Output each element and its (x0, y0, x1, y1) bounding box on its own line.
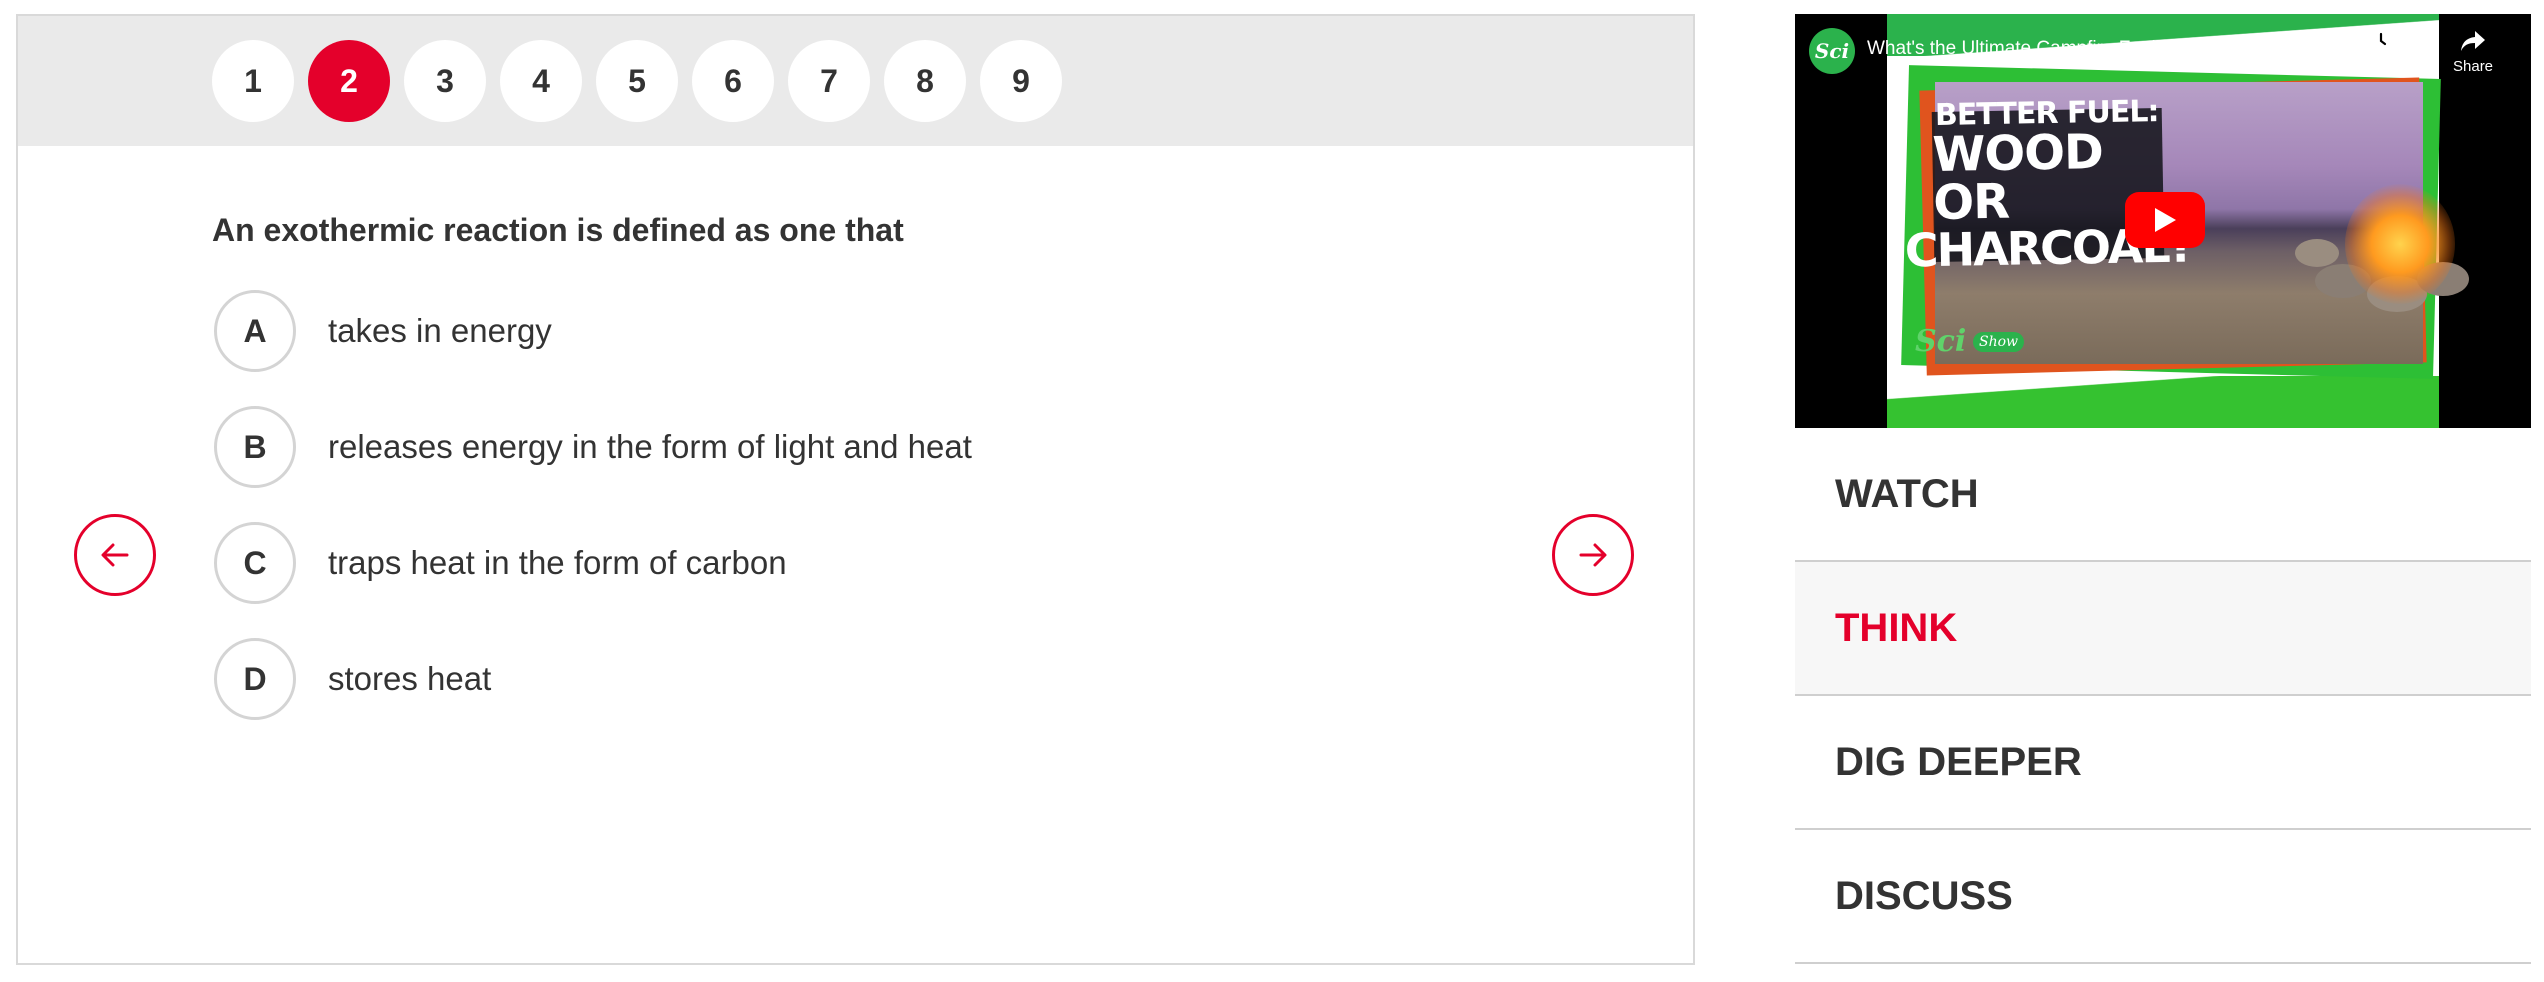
option-text-b[interactable]: releases energy in the form of light and… (328, 428, 972, 466)
answer-option-d[interactable]: D stores heat (214, 638, 491, 720)
question-number-5[interactable]: 5 (596, 40, 678, 122)
tab-dig-deeper[interactable]: DIG DEEPER (1795, 696, 2531, 830)
thumbnail-green-band-bottom (1887, 376, 2439, 428)
tab-watch[interactable]: WATCH (1795, 428, 2531, 562)
tab-think[interactable]: THINK (1795, 562, 2531, 696)
rock-shape (2295, 239, 2339, 267)
tab-think-label: THINK (1835, 605, 1958, 650)
share-label: Share (2453, 58, 2494, 75)
video-player[interactable]: BETTER FUEL: WOOD OR CHARCOAL? Sci Show … (1795, 14, 2531, 428)
answer-option-b[interactable]: B releases energy in the form of light a… (214, 406, 972, 488)
arrow-left-icon (101, 543, 129, 567)
option-letter-d[interactable]: D (214, 638, 296, 720)
video-title[interactable]: What's the Ultimate Campfire Fuel? (1867, 38, 2166, 60)
watch-later-button[interactable]: Watch later (2343, 28, 2418, 75)
question-text: An exothermic reaction is defined as one… (212, 212, 904, 248)
option-text-d[interactable]: stores heat (328, 660, 491, 698)
answer-option-a[interactable]: A takes in energy (214, 290, 552, 372)
campfire-flame (2345, 184, 2455, 304)
option-letter-c[interactable]: C (214, 522, 296, 604)
scishow-thumbnail-logo-show: Show (1973, 332, 2025, 352)
scishow-thumbnail-logo: Sci (1915, 324, 1967, 359)
question-number-8[interactable]: 8 (884, 40, 966, 122)
question-number-9[interactable]: 9 (980, 40, 1062, 122)
question-number-1[interactable]: 1 (212, 40, 294, 122)
question-number-4[interactable]: 4 (500, 40, 582, 122)
question-number-3[interactable]: 3 (404, 40, 486, 122)
share-button[interactable]: Share (2453, 28, 2493, 75)
question-navigation: 1 2 3 4 5 6 7 8 9 (18, 16, 1693, 146)
tab-discuss[interactable]: DISCUSS (1795, 830, 2531, 964)
next-question-button[interactable] (1552, 514, 1634, 596)
question-number-6[interactable]: 6 (692, 40, 774, 122)
watch-later-label: Watch later (2343, 58, 2419, 75)
tab-dig-deeper-label: DIG DEEPER (1835, 739, 2082, 784)
previous-question-button[interactable] (74, 514, 156, 596)
option-letter-a[interactable]: A (214, 290, 296, 372)
share-icon (2461, 31, 2486, 51)
option-text-a[interactable]: takes in energy (328, 312, 552, 350)
question-number-7[interactable]: 7 (788, 40, 870, 122)
youtube-play-button[interactable] (2125, 192, 2205, 248)
play-icon (2155, 208, 2176, 232)
clock-icon (2369, 30, 2392, 52)
answer-option-c[interactable]: C traps heat in the form of carbon (214, 522, 787, 604)
quiz-panel: 1 2 3 4 5 6 7 8 9 An exothermic reaction… (16, 14, 1695, 965)
tab-discuss-label: DISCUSS (1835, 873, 2013, 918)
option-text-c[interactable]: traps heat in the form of carbon (328, 544, 787, 582)
channel-logo[interactable]: Sci (1809, 28, 1855, 74)
tab-watch-label: WATCH (1835, 471, 1979, 516)
arrow-right-icon (1579, 543, 1607, 567)
question-number-2[interactable]: 2 (308, 40, 390, 122)
option-letter-b[interactable]: B (214, 406, 296, 488)
